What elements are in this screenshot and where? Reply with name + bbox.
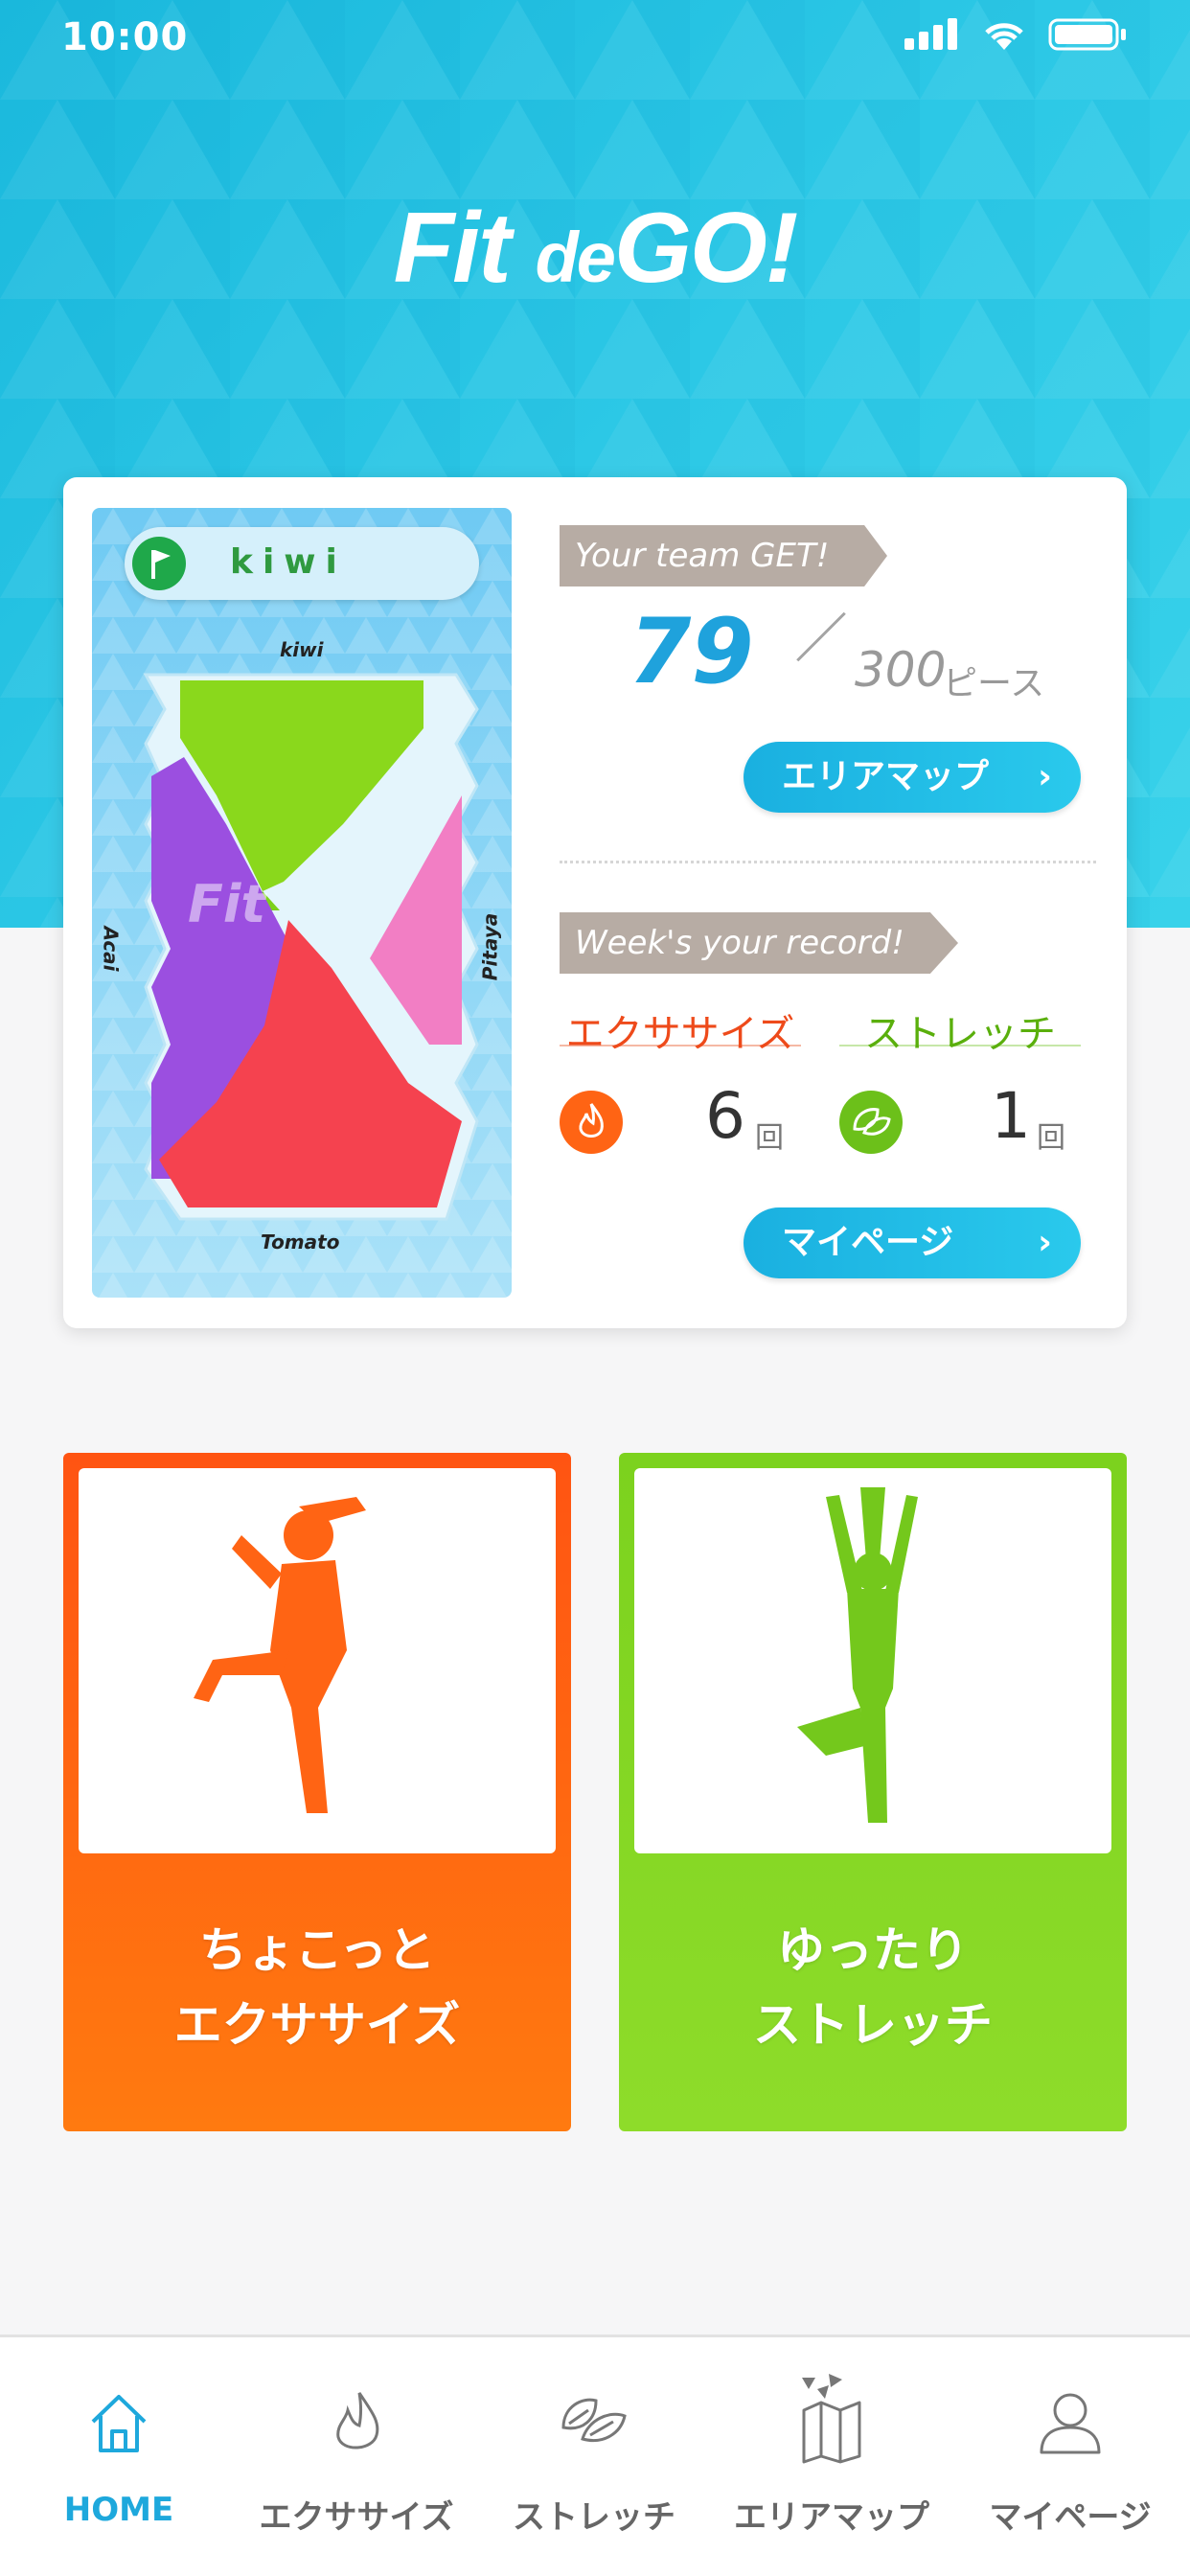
flag-icon	[132, 537, 186, 590]
chevron-right-icon: ›	[1038, 1223, 1052, 1262]
map-label-right: Pitaya	[478, 912, 502, 981]
area-map-thumbnail[interactable]: Fit kiwi kiwi Acai Pitaya Tomato	[92, 508, 512, 1298]
summary-card: Fit kiwi kiwi Acai Pitaya Tomato Your te…	[63, 477, 1127, 1328]
stretch-count: 1	[991, 1079, 1031, 1153]
chevron-right-icon: ›	[1038, 757, 1052, 796]
area-map-button[interactable]: エリアマップ ›	[744, 742, 1081, 813]
exercise-illustration	[79, 1468, 556, 1853]
stretch-count-unit: 回	[1037, 1121, 1065, 1155]
flame-icon	[560, 1091, 623, 1154]
map-label-bottom: Tomato	[261, 1230, 340, 1254]
team-piece-total: 300	[855, 642, 947, 698]
leaf-icon	[839, 1091, 903, 1154]
area-name: kiwi	[230, 542, 347, 582]
tab-stretch[interactable]: ストレッチ	[475, 2337, 713, 2576]
tab-mypage[interactable]: マイページ	[950, 2337, 1190, 2576]
exercise-tile-label: ちょこっと エクササイズ	[173, 1922, 461, 2053]
battery-icon	[1048, 18, 1126, 51]
tab-home[interactable]: HOME	[0, 2337, 238, 2576]
record-tag: Week's your record!	[560, 912, 958, 974]
team-tag: Your team GET!	[560, 525, 887, 586]
svg-text:Fit: Fit	[188, 874, 267, 934]
clock: 10:00	[61, 15, 189, 59]
exercise-figure-icon	[194, 1497, 366, 1813]
area-name-pill: kiwi	[125, 527, 479, 600]
stretch-tile-label: ゆったり ストレッチ	[753, 1922, 993, 2053]
team-piece-count: 79	[629, 600, 754, 704]
map-label-left: Acai	[99, 926, 123, 972]
divider	[560, 861, 1096, 863]
signal-icon	[904, 18, 957, 50]
wifi-icon	[985, 23, 1023, 50]
territory-map: Fit	[92, 508, 512, 1298]
tab-exercise[interactable]: エクササイズ	[238, 2337, 475, 2576]
exercise-count-unit: 回	[755, 1121, 784, 1155]
app-logo: Fit deGO!	[393, 193, 799, 304]
stretch-label: ストレッチ	[839, 1002, 1081, 1056]
exercise-tile[interactable]: ちょこっと エクササイズ	[63, 1453, 571, 2131]
slash-divider	[796, 611, 846, 662]
tab-area-map[interactable]: エリアマップ	[713, 2337, 950, 2576]
status-bar: 10:00	[0, 0, 1190, 77]
piece-unit: ピース	[943, 664, 1045, 703]
flame-icon	[336, 2392, 379, 2450]
leaf-icon	[561, 2398, 627, 2442]
mypage-button[interactable]: マイページ ›	[744, 1208, 1081, 1278]
map-label-top: kiwi	[280, 638, 324, 661]
home-icon	[91, 2395, 147, 2452]
tab-bar: HOME エクササイズ ストレッチ エリアマップ マイページ	[0, 2334, 1190, 2576]
exercise-label: エクササイズ	[560, 1002, 801, 1056]
exercise-count: 6	[705, 1079, 745, 1153]
yoga-figure-icon	[797, 1487, 918, 1823]
person-icon	[1040, 2393, 1101, 2454]
map-icon	[802, 2374, 861, 2464]
stretch-illustration	[634, 1468, 1111, 1853]
stretch-tile[interactable]: ゆったり ストレッチ	[619, 1453, 1127, 2131]
